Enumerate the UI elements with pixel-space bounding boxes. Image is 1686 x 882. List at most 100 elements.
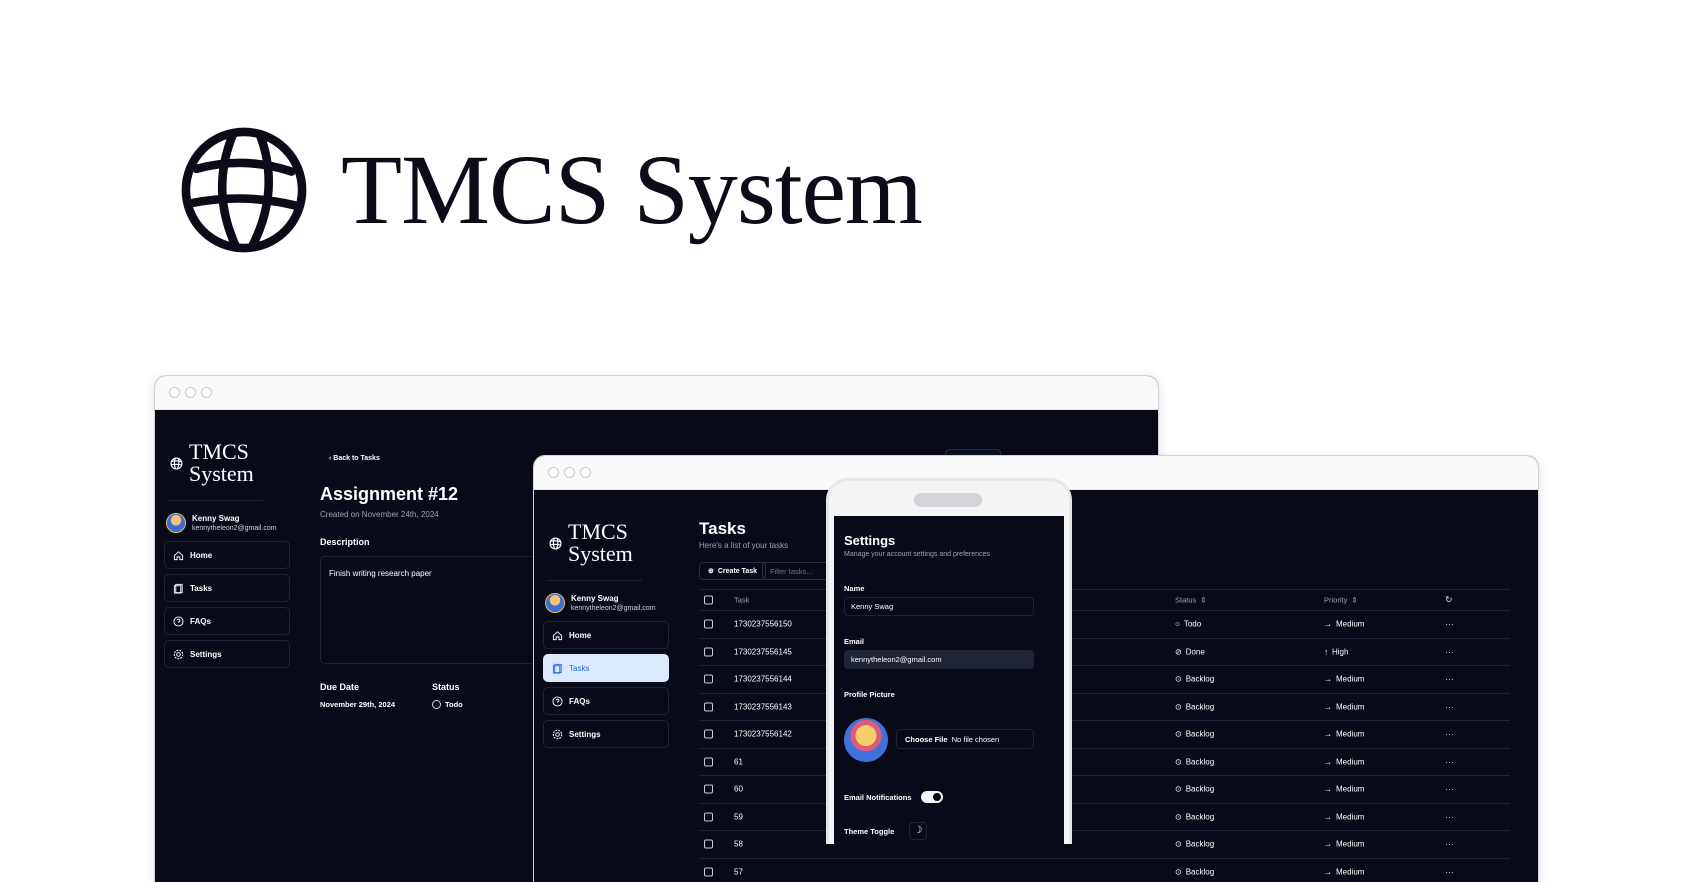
row-checkbox[interactable] [704,674,713,684]
status-text: Backlog [1185,784,1215,794]
task-id: 1730237556143 [734,702,792,712]
task-id: 59 [734,812,743,822]
row-checkbox[interactable] [704,867,713,877]
avatar [545,593,565,613]
header-priority[interactable]: Priority ⇕ [1324,596,1358,605]
select-all-checkbox[interactable] [704,595,713,605]
row-checkbox[interactable] [704,812,713,822]
table-row[interactable]: 59 ⊙ Backlog → Medium ··· [699,804,1510,831]
status-cell: ⊙ Backlog [1175,785,1214,794]
window-close-dot[interactable] [169,387,180,398]
window-close-dot[interactable] [548,467,559,478]
window-minimize-dot[interactable] [564,467,575,478]
refresh-icon[interactable]: ↻ [1445,595,1453,606]
row-actions-icon[interactable]: ··· [1445,674,1454,684]
window-maximize-dot[interactable] [580,467,591,478]
window-maximize-dot[interactable] [201,387,212,398]
row-actions-icon[interactable]: ··· [1445,729,1454,739]
status-text: Backlog [1185,839,1215,849]
row-checkbox[interactable] [704,702,713,712]
sort-icon: ⇕ [1200,595,1207,605]
sidebar-item-tasks[interactable]: Tasks [543,654,669,682]
status-icon: ○ [1175,619,1180,629]
name-field[interactable]: Kenny Swag [844,597,1034,616]
sidebar-item-settings[interactable]: Settings [164,640,290,668]
arrow-right-icon: → [1324,784,1332,794]
status-cell: ○ Todo [1175,620,1201,629]
name-label: Name [844,584,865,593]
table-row[interactable]: 1730237556144 ⊙ Backlog → Medium ··· [699,666,1510,694]
hero-title: TMCS System [341,134,923,245]
back-to-tasks-link[interactable]: ‹ Back to Tasks [329,455,380,462]
due-date-label: Due Date [320,682,360,692]
priority-text: Medium [1336,702,1365,712]
sidebar-item-home[interactable]: Home [543,621,669,649]
arrow-right-icon: → [1324,867,1332,877]
row-actions-icon[interactable]: ··· [1445,647,1454,657]
priority-cell: → Medium [1324,785,1364,794]
email-notifications-toggle[interactable] [921,791,943,803]
table-row[interactable]: 60 ⊙ Backlog → Medium ··· [699,776,1510,804]
user-card[interactable]: Kenny Swag kennytheleon2@gmail.com [160,501,277,533]
task-id: 61 [734,757,743,767]
row-actions-icon[interactable]: ··· [1445,867,1454,877]
description-box[interactable]: Finish writing research paper [320,556,542,664]
sidebar-item-faqs[interactable]: FAQs [164,607,290,635]
brand-line-1: TMCS [568,519,628,544]
row-checkbox[interactable] [704,784,713,794]
table-row[interactable]: 58 ⊙ Backlog → Medium ··· [699,831,1510,859]
page-title: Assignment #12 [320,484,459,504]
row-checkbox[interactable] [704,729,713,739]
sidebar-item-home[interactable]: Home [164,541,290,569]
brand-logo[interactable]: TMCS System [539,490,654,572]
row-checkbox[interactable] [704,619,713,629]
row-actions-icon[interactable]: ··· [1445,702,1454,712]
brand-line-1: TMCS [189,439,249,464]
sidebar-nav: Home Tasks FAQs Settings [539,613,669,748]
header-task[interactable]: Task [734,596,749,605]
table-row[interactable]: 1730237556150 ○ Todo → Medium ··· [699,611,1510,639]
sidebar-item-settings[interactable]: Settings [543,720,669,748]
brand-name: TMCS System [189,441,254,485]
status-icon: ⊙ [1175,729,1182,739]
table-row[interactable]: 1730237556142 ⊙ Backlog → Medium ··· [699,721,1510,749]
row-actions-icon[interactable]: ··· [1445,784,1454,794]
settings-screen: Settings Manage your account settings an… [834,516,1064,844]
window-titlebar [155,376,1158,410]
brand-logo[interactable]: TMCS System [160,410,275,492]
row-actions-icon[interactable]: ··· [1445,757,1454,767]
row-actions-icon[interactable]: ··· [1445,619,1454,629]
row-actions-icon[interactable]: ··· [1445,812,1454,822]
table-row[interactable]: 61 ⊙ Backlog → Medium ··· [699,749,1510,776]
row-checkbox[interactable] [704,647,713,657]
table-row[interactable]: 1730237556145 ⊘ Done ↑ High ··· [699,639,1510,666]
file-input[interactable]: Choose File No file chosen [896,729,1034,749]
plus-circle-icon: ⊕ [708,568,714,575]
window-minimize-dot[interactable] [185,387,196,398]
sidebar-item-faqs[interactable]: FAQs [543,687,669,715]
row-checkbox[interactable] [704,839,713,849]
header-status[interactable]: Status ⇕ [1175,596,1207,605]
task-id: 1730237556145 [734,647,792,657]
email-notifications-label: Email Notifications [844,793,912,802]
row-checkbox[interactable] [704,757,713,767]
arrow-right-icon: → [1324,812,1332,822]
sidebar-item-label: Settings [190,649,222,659]
choose-file-button[interactable]: Choose File [905,735,948,744]
task-id: 1730237556142 [734,729,792,739]
settings-subtitle: Manage your account settings and prefere… [844,551,990,558]
row-actions-icon[interactable]: ··· [1445,839,1454,849]
back-to-tasks-label: Back to Tasks [333,455,380,462]
email-field[interactable]: kennytheleon2@gmail.com [844,650,1034,669]
create-task-button[interactable]: ⊕ Create Task [699,562,767,580]
sidebar-item-tasks[interactable]: Tasks [164,574,290,602]
moon-icon[interactable]: ☽ [909,822,927,840]
table-row[interactable]: 1730237556143 ⊙ Backlog → Medium ··· [699,694,1510,721]
user-card[interactable]: Kenny Swag kennytheleon2@gmail.com [539,581,656,613]
sidebar-item-label: Tasks [190,583,213,593]
priority-cell: → Medium [1324,730,1364,739]
help-circle-icon [552,695,563,707]
settings-title: Settings [844,533,896,548]
priority-text: High [1332,647,1349,657]
table-row[interactable]: 57 ⊙ Backlog → Medium ··· [699,859,1510,882]
